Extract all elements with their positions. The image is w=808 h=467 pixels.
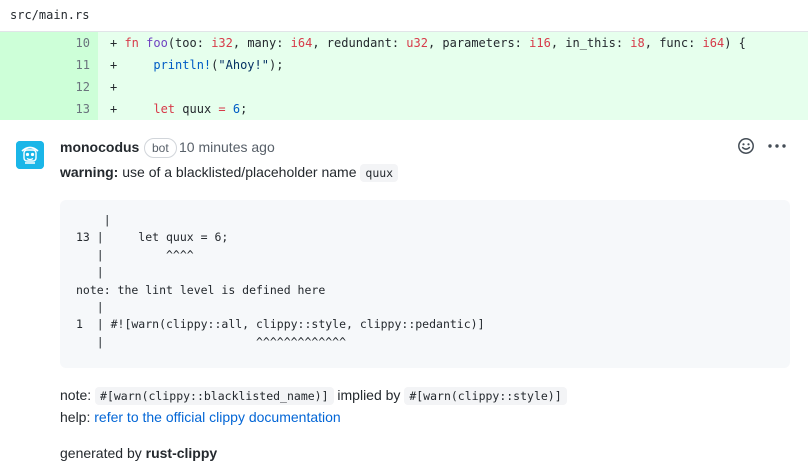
code-token: , parameters: <box>427 36 530 50</box>
code-token: = <box>218 102 226 116</box>
code-token: i16 <box>529 36 551 50</box>
add-reaction-button[interactable] <box>736 136 756 156</box>
line-number[interactable]: 12 <box>0 76 98 98</box>
code-token: , many: <box>232 36 291 50</box>
code-token: println! <box>153 58 212 72</box>
line-number[interactable]: 13 <box>0 98 98 120</box>
warning-code: quux <box>360 164 399 182</box>
warning-message: warning: use of a blacklisted/placeholde… <box>60 164 399 182</box>
lint-output: | 13 | let quux = 6; | ^^^^ | note: the … <box>76 213 485 349</box>
code-token: + <box>110 58 154 72</box>
note-code-lint: #[warn(clippy::blacklisted_name)] <box>95 387 334 405</box>
code-token: i8 <box>630 36 645 50</box>
code-token: + <box>110 80 118 94</box>
bot-badge: bot <box>144 138 177 158</box>
file-path[interactable]: src/main.rs <box>10 8 89 22</box>
diff-code: + println!("Ahoy!"); <box>98 54 808 76</box>
code-token: i64 <box>290 36 313 50</box>
warning-label: warning: <box>60 164 119 180</box>
line-number[interactable]: 10 <box>0 32 98 54</box>
help-line: help: refer to the official clippy docum… <box>60 409 341 425</box>
note-code-group: #[warn(clippy::style)] <box>404 387 567 405</box>
diff-code: + let quux = 6; <box>98 98 808 120</box>
comment-author[interactable]: monocodus <box>60 139 139 155</box>
diff-code: + <box>98 76 808 98</box>
generated-prefix: generated by <box>60 445 146 461</box>
diff-hunk: 10 + fn foo(too: i32, many: i64, redundan… <box>0 32 808 120</box>
code-token: fn <box>124 36 139 50</box>
code-token: "Ahoy!" <box>218 58 269 72</box>
code-token: quux <box>175 102 219 116</box>
code-token: , redundant: <box>312 36 407 50</box>
file-header: src/main.rs <box>0 0 808 32</box>
diff-line[interactable]: 13 + let quux = 6; <box>0 98 808 120</box>
clippy-docs-link[interactable]: refer to the official clippy documentati… <box>94 409 340 425</box>
code-token: foo <box>146 36 168 50</box>
diff-line[interactable]: 10 + fn foo(too: i32, many: i64, redundan… <box>0 32 808 54</box>
help-label: help: <box>60 409 95 425</box>
note-middle: implied by <box>333 387 405 403</box>
smiley-icon <box>738 138 754 154</box>
avatar[interactable] <box>16 141 44 169</box>
code-token: (too: <box>167 36 212 50</box>
code-token: , in_this: <box>550 36 631 50</box>
monocodus-logo <box>16 141 44 169</box>
code-token: ) { <box>724 36 746 50</box>
code-token: i32 <box>211 36 233 50</box>
generated-tool: rust-clippy <box>145 445 218 461</box>
code-token: ); <box>268 58 284 72</box>
code-token: ; <box>240 102 248 116</box>
generated-by-line: generated by rust-clippy <box>60 445 217 461</box>
code-token: i64 <box>702 36 725 50</box>
code-token: u32 <box>406 36 428 50</box>
code-token: , func: <box>644 36 703 50</box>
diff-line[interactable]: 12 + <box>0 76 808 98</box>
diff-line[interactable]: 11 + println!("Ahoy!"); <box>0 54 808 76</box>
diff-code: + fn foo(too: i32, many: i64, redundant:… <box>98 32 808 54</box>
note-line: note: #[warn(clippy::blacklisted_name)] … <box>60 387 567 405</box>
kebab-horizontal-icon <box>768 144 786 148</box>
warning-text: use of a blacklisted/placeholder name <box>118 164 361 180</box>
code-token: + <box>110 102 154 116</box>
code-token: let <box>153 102 176 116</box>
more-options-button[interactable] <box>766 136 788 156</box>
comment-timestamp[interactable]: 10 minutes ago <box>179 139 275 155</box>
note-label: note: <box>60 387 96 403</box>
review-comment: monocodus bot 10 minutes ago warning: us… <box>0 121 808 467</box>
code-token: + <box>110 36 125 50</box>
lint-output-block: | 13 | let quux = 6; | ^^^^ | note: the … <box>60 200 790 368</box>
line-number[interactable]: 11 <box>0 54 98 76</box>
